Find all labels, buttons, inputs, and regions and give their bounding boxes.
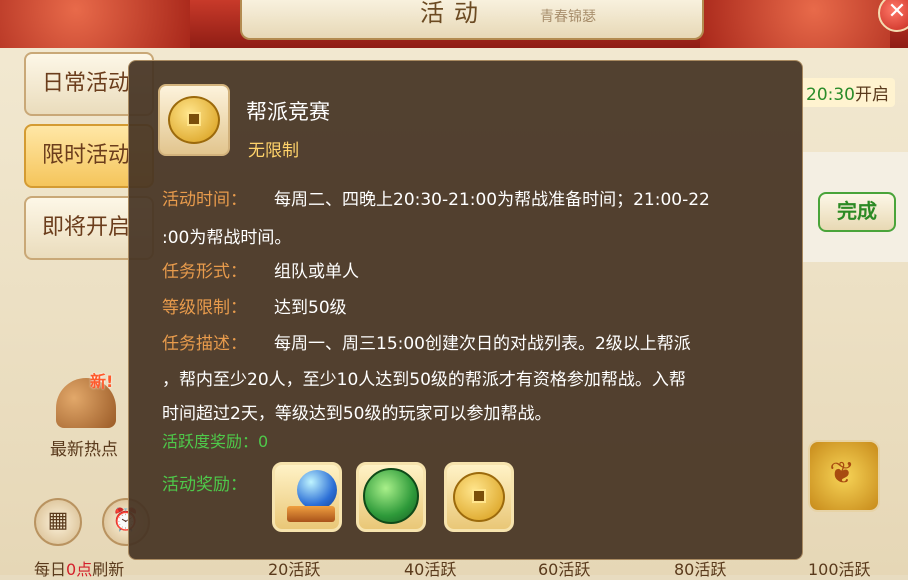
reward-chest-glyph: ❦ [829,456,855,491]
desc-line3: 时间超过2天，等级达到50级的玩家可以参加帮战。 [162,404,552,424]
desc-line1: 每周一、周三15:00创建次日的对战列表。2级以上帮派 [274,334,691,354]
milestone-100: 100活跃 [808,560,871,579]
form-label: 任务形式： [162,262,247,282]
open-time-label: 20:30开启 [800,78,895,107]
complete-button[interactable]: 完成 [818,192,896,232]
hot-news-label[interactable]: 最新热点 [50,435,118,460]
desc-line2: ，帮内至少20人，至少10人达到50级的帮派才有资格参加帮战。入帮 [162,370,686,390]
jade-disc-icon [363,468,419,524]
crystal-ball-icon [297,470,337,510]
level-value: 达到50级 [274,298,347,318]
activity-reward-value: 活跃度奖励：0 [162,432,269,451]
daily-refresh-text: 每日0点刷新 [34,560,125,579]
title-calligraphy: 青春锦瑟 [540,9,596,25]
level-label: 等级限制： [162,298,247,318]
close-icon: ✕ [887,0,907,24]
time-value-line2: :00为帮战时间。 [162,228,292,248]
popup-title: 帮派竞赛 [246,100,330,124]
page-title: 活动 [420,0,488,27]
coin-hole [187,112,201,126]
tab-label: 限时活动 [42,143,131,168]
crystal-ball-base [287,506,335,522]
new-badge: 新! [90,372,114,391]
menu-button[interactable]: ▦ [34,498,82,546]
reward-label: 活动奖励： [162,475,247,495]
grid-icon: ▦ [47,508,69,533]
popup-subtitle: 无限制 [248,141,299,161]
time-value-line1: 每周二、四晚上20:30-21:00为帮战准备时间；21:00-22 [274,190,710,210]
time-label: 活动时间： [162,190,247,210]
tab-label: 即将开启 [42,215,131,240]
coin-hole [472,489,486,503]
desc-label: 任务描述： [162,334,247,354]
tab-label: 日常活动 [42,71,131,96]
form-value: 组队或单人 [274,262,359,282]
